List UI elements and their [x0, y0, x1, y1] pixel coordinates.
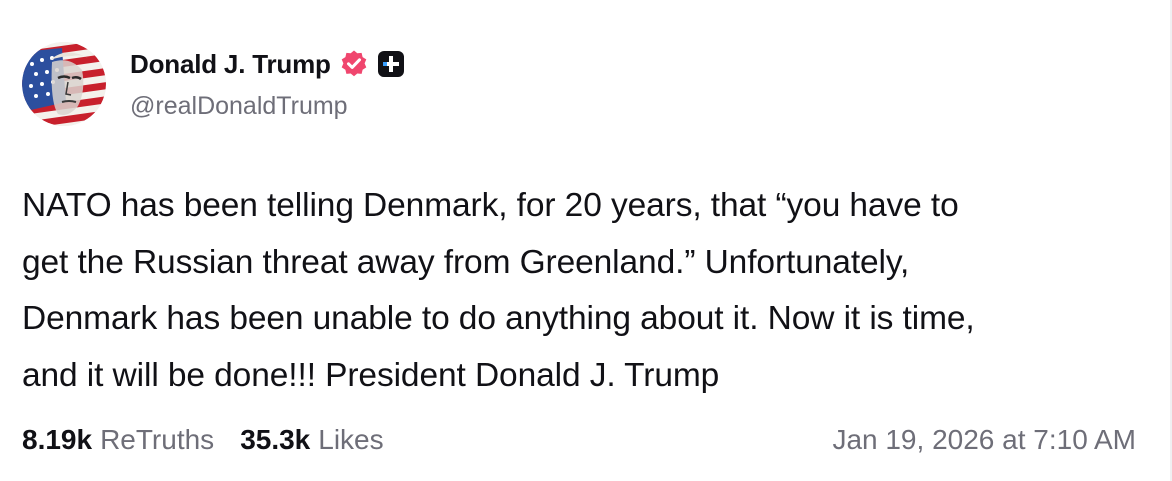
- truth-plus-icon: [377, 50, 405, 78]
- verified-badge-icon: [339, 49, 369, 79]
- post-timestamp[interactable]: Jan 19, 2026 at 7:10 AM: [832, 420, 1136, 460]
- avatar[interactable]: [22, 42, 106, 126]
- post-body-text: NATO has been telling Denmark, for 20 ye…: [22, 187, 975, 394]
- post-stats: 8.19k ReTruths 35.3k Likes: [22, 420, 384, 460]
- truth-post-card: Donald J. Trump @realDonaldTrump NATO ha…: [0, 0, 1172, 481]
- author-name-row: Donald J. Trump: [130, 44, 405, 84]
- likes-label[interactable]: Likes: [318, 424, 383, 456]
- retruths-count[interactable]: 8.19k: [22, 424, 92, 456]
- retruths-label[interactable]: ReTruths: [100, 424, 214, 456]
- author-display-name[interactable]: Donald J. Trump: [130, 49, 331, 80]
- avatar-image: [22, 42, 106, 126]
- author-handle[interactable]: @realDonaldTrump: [130, 92, 348, 121]
- likes-count[interactable]: 35.3k: [240, 424, 310, 456]
